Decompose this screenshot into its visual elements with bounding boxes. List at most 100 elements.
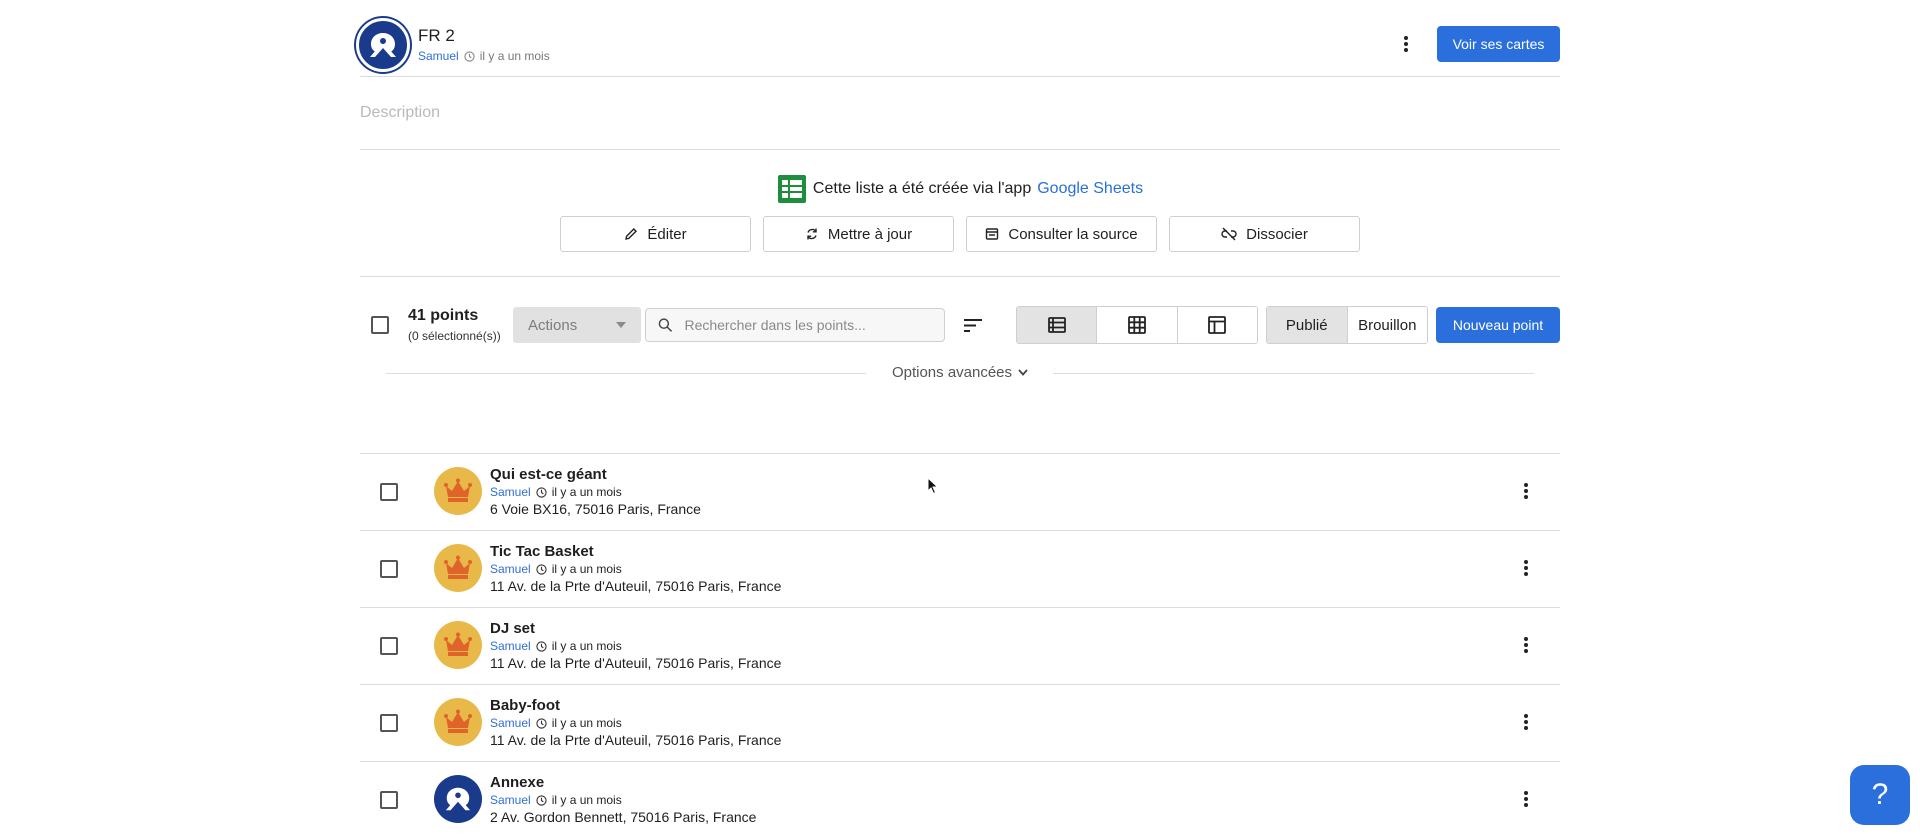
search-box[interactable] <box>645 308 945 342</box>
actions-label: Actions <box>528 316 578 334</box>
publish-status-toggle: Publié Brouillon <box>1266 306 1428 344</box>
point-avatar <box>434 621 482 669</box>
advanced-options-label: Options avancées <box>891 364 1013 381</box>
point-time: il y a un mois <box>551 639 622 653</box>
divider <box>360 76 1560 77</box>
search-icon <box>658 318 673 332</box>
view-maps-button[interactable]: Voir ses cartes <box>1437 26 1560 62</box>
point-author[interactable]: Samuel <box>490 485 531 499</box>
chevron-down-icon <box>1018 369 1028 376</box>
row-checkbox[interactable] <box>380 791 398 809</box>
select-all-checkbox[interactable] <box>371 316 389 334</box>
published-tab[interactable]: Publié <box>1267 307 1348 343</box>
google-sheets-icon <box>777 175 806 203</box>
point-avatar <box>434 698 482 746</box>
sort-icon <box>964 318 982 332</box>
list-view-icon <box>1047 317 1066 333</box>
crown-icon <box>444 555 472 579</box>
header-meta: Samuel il y a un mois <box>418 49 550 63</box>
description-field[interactable]: Description <box>360 104 440 122</box>
header-time: il y a un mois <box>479 49 550 63</box>
point-address: 11 Av. de la Prte d'Auteuil, 75016 Paris… <box>490 732 782 748</box>
points-count: 41 points <box>408 307 479 324</box>
unlink-icon <box>1221 227 1237 241</box>
crown-icon <box>444 478 472 502</box>
crown-icon <box>444 709 472 733</box>
point-time: il y a un mois <box>551 716 622 730</box>
clock-icon <box>536 794 547 806</box>
help-button[interactable]: ? <box>1850 765 1910 825</box>
point-address: 11 Av. de la Prte d'Auteuil, 75016 Paris… <box>490 655 782 671</box>
row-checkbox[interactable] <box>380 560 398 578</box>
point-avatar <box>434 467 482 515</box>
row-checkbox[interactable] <box>380 637 398 655</box>
point-avatar <box>434 544 482 592</box>
source-info: Cette liste a été créée via l'app Google… <box>0 174 1920 204</box>
view-source-label: Consulter la source <box>1008 225 1138 243</box>
search-input[interactable] <box>684 317 932 333</box>
selected-count: (0 sélectionné(s)) <box>408 329 501 343</box>
header-more-button[interactable] <box>1391 29 1421 59</box>
header-author[interactable]: Samuel <box>418 49 459 63</box>
row-more-button[interactable] <box>1511 553 1541 583</box>
point-title[interactable]: DJ set <box>490 620 535 637</box>
page-title: FR 2 <box>418 26 455 45</box>
update-source-button[interactable]: Mettre à jour <box>763 216 954 252</box>
view-source-button[interactable]: Consulter la source <box>966 216 1157 252</box>
row-more-button[interactable] <box>1511 784 1541 814</box>
table-view-button[interactable] <box>1177 307 1257 343</box>
point-meta: Samuel il y a un mois <box>490 485 622 499</box>
divider <box>360 149 1560 150</box>
row-checkbox[interactable] <box>380 714 398 732</box>
draft-tab[interactable]: Brouillon <box>1347 307 1427 343</box>
grid-view-button[interactable] <box>1097 307 1178 343</box>
row-checkbox[interactable] <box>380 483 398 501</box>
row-more-button[interactable] <box>1511 476 1541 506</box>
divider <box>360 276 1560 277</box>
list-item[interactable]: Baby-foot Samuel il y a un mois 11 Av. d… <box>360 684 1560 761</box>
list-item[interactable]: Qui est-ce géant Samuel il y a un mois 6… <box>360 453 1560 530</box>
list-item[interactable]: DJ set Samuel il y a un mois 11 Av. de l… <box>360 607 1560 684</box>
point-title[interactable]: Tic Tac Basket <box>490 543 594 560</box>
point-time: il y a un mois <box>551 793 622 807</box>
caret-down-icon <box>616 322 626 328</box>
more-vertical-icon <box>1404 36 1408 52</box>
point-meta: Samuel il y a un mois <box>490 793 622 807</box>
point-address: 2 Av. Gordon Bennett, 75016 Paris, Franc… <box>490 809 757 825</box>
edit-source-button[interactable]: Éditer <box>560 216 751 252</box>
crown-icon <box>444 632 472 656</box>
window-icon <box>986 228 999 240</box>
grid-view-icon <box>1128 316 1146 334</box>
unlink-source-button[interactable]: Dissocier <box>1169 216 1360 252</box>
new-point-button[interactable]: Nouveau point <box>1436 307 1560 343</box>
advanced-options: Options avancées <box>0 362 1920 386</box>
row-more-button[interactable] <box>1511 630 1541 660</box>
point-meta: Samuel il y a un mois <box>490 562 622 576</box>
point-meta: Samuel il y a un mois <box>490 716 622 730</box>
point-author[interactable]: Samuel <box>490 639 531 653</box>
point-author[interactable]: Samuel <box>490 716 531 730</box>
brand-logo-icon <box>445 787 471 811</box>
point-avatar <box>434 775 482 823</box>
point-address: 11 Av. de la Prte d'Auteuil, 75016 Paris… <box>490 578 782 594</box>
more-vertical-icon <box>1524 483 1528 499</box>
list-item[interactable]: Tic Tac Basket Samuel il y a un mois 11 … <box>360 530 1560 607</box>
more-vertical-icon <box>1524 560 1528 576</box>
list-item[interactable]: Annexe Samuel il y a un mois 2 Av. Gordo… <box>360 761 1560 834</box>
advanced-options-toggle[interactable]: Options avancées <box>0 364 1920 381</box>
point-author[interactable]: Samuel <box>490 793 531 807</box>
point-title[interactable]: Annexe <box>490 774 544 791</box>
sort-button[interactable] <box>958 310 988 340</box>
point-time: il y a un mois <box>551 562 622 576</box>
list-avatar <box>356 18 410 72</box>
point-time: il y a un mois <box>551 485 622 499</box>
point-author[interactable]: Samuel <box>490 562 531 576</box>
point-title[interactable]: Baby-foot <box>490 697 560 714</box>
source-app-link[interactable]: Google Sheets <box>1037 180 1143 198</box>
clock-icon <box>536 563 547 575</box>
point-title[interactable]: Qui est-ce géant <box>490 466 607 483</box>
actions-dropdown[interactable]: Actions <box>513 307 641 343</box>
edit-source-label: Éditer <box>647 225 687 243</box>
list-view-button[interactable] <box>1017 307 1098 343</box>
row-more-button[interactable] <box>1511 707 1541 737</box>
